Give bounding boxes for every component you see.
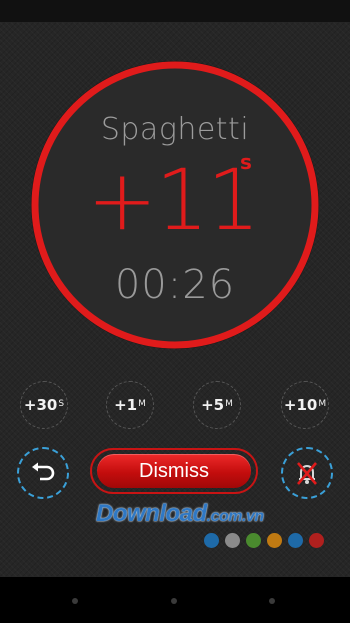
watermark-dots: [204, 533, 324, 548]
watermark-brand: Download: [96, 500, 207, 527]
add-time-value: +10: [283, 396, 318, 414]
watermark-dot: [246, 533, 261, 548]
watermark-logo: Download.com.vn: [96, 500, 264, 528]
watermark-dot: [225, 533, 240, 548]
navigation-bar: [0, 577, 350, 623]
watermark-dot: [288, 533, 303, 548]
home-icon[interactable]: [171, 598, 177, 604]
add-time-unit: S: [58, 399, 65, 409]
dismiss-label: Dismiss: [97, 454, 251, 488]
overtime-value: +11: [87, 151, 260, 249]
add-time-value: +1: [114, 396, 138, 414]
add-time-unit: M: [225, 399, 233, 409]
watermark-dot: [309, 533, 324, 548]
add-time-value: +5: [201, 396, 225, 414]
recents-icon[interactable]: [269, 598, 275, 604]
watermark-dot: [204, 533, 219, 548]
add-30-seconds-button[interactable]: +30 S: [20, 381, 68, 429]
watermark-dot: [267, 533, 282, 548]
timer-name: Spaghetti: [100, 112, 250, 147]
dismiss-button[interactable]: Dismiss: [90, 448, 258, 494]
mute-alarm-button[interactable]: [281, 447, 333, 499]
add-time-value: +30: [23, 396, 58, 414]
status-bar: [0, 0, 350, 22]
reset-button[interactable]: [17, 447, 69, 499]
undo-arrow-icon: [32, 462, 55, 481]
elapsed-time: 00:26: [114, 262, 236, 308]
muted-bell-icon: [297, 462, 317, 485]
watermark-domain: .com.vn: [206, 508, 264, 525]
add-1-minute-button[interactable]: +1 M: [106, 381, 154, 429]
add-10-minutes-button[interactable]: +10 M: [281, 381, 329, 429]
overtime-unit: s: [240, 150, 252, 174]
back-icon[interactable]: [72, 598, 78, 604]
add-5-minutes-button[interactable]: +5 M: [193, 381, 241, 429]
add-time-unit: M: [318, 399, 327, 409]
add-time-unit: M: [138, 399, 146, 409]
